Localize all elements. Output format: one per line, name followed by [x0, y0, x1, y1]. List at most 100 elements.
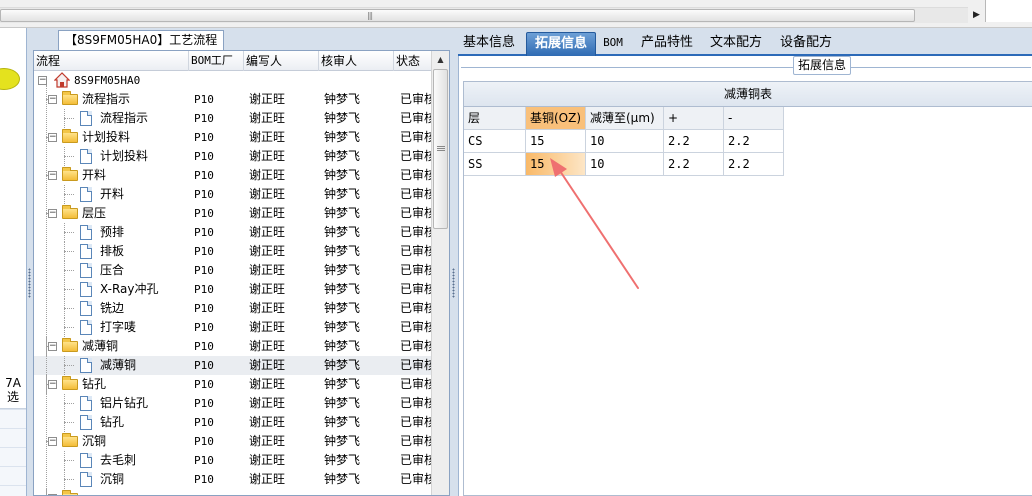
collapse-toggle-icon[interactable]: −	[48, 380, 57, 389]
column-header-author[interactable]: 编写人	[244, 51, 319, 71]
tree-row[interactable]: X-Ray冲孔 P10 谢正旺 钟梦飞 已审核	[34, 280, 431, 299]
tree-row[interactable]: 减薄铜 P10 谢正旺 钟梦飞 已审核	[34, 356, 431, 375]
table-cell-plus-tolerance[interactable]: 2.2	[664, 130, 724, 153]
table-cell-minus-tolerance[interactable]: 2.2	[724, 153, 784, 176]
tree-connector	[64, 403, 74, 404]
tree-row[interactable]: −	[34, 489, 431, 495]
bom-factory-cell: P10	[194, 302, 214, 315]
tree-row[interactable]: 预排 P10 谢正旺 钟梦飞 已审核	[34, 223, 431, 242]
table-header-layer[interactable]: 层	[464, 107, 526, 130]
collapse-toggle-icon[interactable]: −	[48, 437, 57, 446]
author-cell: 谢正旺	[249, 187, 286, 201]
tree-row[interactable]: − 流程指示 P10 谢正旺 钟梦飞 已审核	[34, 90, 431, 109]
table-cell-thin-to[interactable]: 10	[586, 130, 664, 153]
bom-factory-cell: P10	[194, 93, 214, 106]
collapse-toggle-icon[interactable]: −	[48, 171, 57, 180]
author-cell: 谢正旺	[249, 130, 286, 144]
vertical-scrollbar-thumb[interactable]	[433, 69, 448, 229]
tree-row[interactable]: 流程指示 P10 谢正旺 钟梦飞 已审核	[34, 109, 431, 128]
table-cell-layer[interactable]: SS	[464, 153, 526, 176]
tree-row[interactable]: 压合 P10 谢正旺 钟梦飞 已审核	[34, 261, 431, 280]
horizontal-scrollbar-thumb[interactable]	[0, 9, 915, 22]
tree-row[interactable]: − 沉铜 P10 谢正旺 钟梦飞 已审核	[34, 432, 431, 451]
collapse-toggle-icon[interactable]: −	[48, 494, 57, 495]
middle-splitter[interactable]	[450, 28, 458, 496]
tree-label: 沉铜	[100, 472, 125, 486]
status-cell	[400, 489, 431, 495]
bom-factory-cell: P10	[194, 283, 214, 296]
tab-product-features[interactable]: 产品特性	[638, 32, 696, 56]
table-cell-base-copper[interactable]: 15	[526, 153, 586, 176]
tree-row[interactable]: − 减薄铜 P10 谢正旺 钟梦飞 已审核	[34, 337, 431, 356]
reviewer-cell	[324, 489, 392, 495]
tree-label: 预排	[100, 225, 125, 239]
column-header-process[interactable]: 流程	[34, 51, 189, 71]
status-cell: 已审核	[400, 339, 431, 353]
bom-factory-cell	[194, 71, 242, 90]
author-cell: 谢正旺	[249, 263, 286, 277]
tree-connector	[64, 327, 74, 328]
table-cell-plus-tolerance[interactable]: 2.2	[664, 153, 724, 176]
document-icon	[80, 187, 92, 202]
top-toolbar-strip: ||| ▶	[0, 0, 1032, 28]
collapse-toggle-icon[interactable]: −	[48, 342, 57, 351]
status-cell: 已审核	[400, 225, 431, 239]
scroll-up-arrow-icon[interactable]: ▲	[432, 51, 449, 68]
tree-label: 压合	[100, 263, 125, 277]
status-cell: 已审核	[400, 301, 431, 315]
tab-bom[interactable]: BOM	[599, 32, 627, 56]
table-cell-layer[interactable]: CS	[464, 130, 526, 153]
tree-label: 开料	[82, 168, 107, 182]
tree-row[interactable]: − 层压 P10 谢正旺 钟梦飞 已审核	[34, 204, 431, 223]
table-header-minus-tolerance[interactable]: -	[724, 107, 784, 130]
tree-row[interactable]: − 钻孔 P10 谢正旺 钟梦飞 已审核	[34, 375, 431, 394]
tab-basic-info[interactable]: 基本信息	[458, 32, 520, 56]
bom-factory-cell: P10	[194, 435, 214, 448]
column-header-bom-factory[interactable]: BOM工厂	[189, 51, 244, 71]
author-cell: 谢正旺	[249, 396, 286, 410]
column-header-reviewer[interactable]: 核审人	[319, 51, 394, 71]
tree-row[interactable]: 沉铜 P10 谢正旺 钟梦飞 已审核	[34, 470, 431, 489]
tree-row[interactable]: 钻孔 P10 谢正旺 钟梦飞 已审核	[34, 413, 431, 432]
collapse-toggle-icon[interactable]: −	[48, 209, 57, 218]
tree-row[interactable]: 排板 P10 谢正旺 钟梦飞 已审核	[34, 242, 431, 261]
tab-text-recipe[interactable]: 文本配方	[708, 32, 764, 56]
tree-label: X-Ray冲孔	[100, 282, 159, 296]
vertical-scrollbar[interactable]: ▲	[431, 51, 449, 495]
tree-label: 减薄铜	[100, 358, 137, 372]
reviewer-cell: 钟梦飞	[324, 339, 361, 353]
table-header-thin-to[interactable]: 减薄至(μm)	[586, 107, 664, 130]
tab-extended-info[interactable]: 拓展信息	[526, 32, 596, 56]
folder-icon	[62, 205, 78, 219]
collapse-toggle-icon[interactable]: −	[48, 133, 57, 142]
table-cell-thin-to[interactable]: 10	[586, 153, 664, 176]
tree-row[interactable]: 去毛刺 P10 谢正旺 钟梦飞 已审核	[34, 451, 431, 470]
author-cell: 谢正旺	[249, 206, 286, 220]
tree-row[interactable]: 计划投料 P10 谢正旺 钟梦飞 已审核	[34, 147, 431, 166]
bom-factory-cell: P10	[194, 169, 214, 182]
tree-row[interactable]: − 8S9FM05HA0	[34, 71, 431, 90]
tree-row[interactable]: 铝片钻孔 P10 谢正旺 钟梦飞 已审核	[34, 394, 431, 413]
tree-row[interactable]: − 计划投料 P10 谢正旺 钟梦飞 已审核	[34, 128, 431, 147]
scroll-right-arrow-icon[interactable]: ▶	[968, 7, 985, 23]
horizontal-scrollbar[interactable]: ||| ▶	[0, 7, 985, 23]
horizontal-scrollbar-track[interactable]: |||	[0, 7, 968, 23]
tree-row[interactable]: 打字唛 P10 谢正旺 钟梦飞 已审核	[34, 318, 431, 337]
process-flow-tab[interactable]: 【8S9FM05HA0】工艺流程	[58, 30, 225, 50]
author-cell: 谢正旺	[249, 111, 286, 125]
collapse-toggle-icon[interactable]: −	[48, 95, 57, 104]
folder-icon	[62, 338, 78, 352]
tree-row[interactable]: 铣边 P10 谢正旺 钟梦飞 已审核	[34, 299, 431, 318]
collapse-toggle-icon[interactable]: −	[38, 76, 47, 85]
table-cell-base-copper[interactable]: 15	[526, 130, 586, 153]
table-header-plus-tolerance[interactable]: +	[664, 107, 724, 130]
left-panel-label-line1: 7A	[5, 376, 21, 390]
tree-row[interactable]: 开料 P10 谢正旺 钟梦飞 已审核	[34, 185, 431, 204]
tab-equipment-recipe[interactable]: 设备配方	[778, 32, 834, 56]
status-cell: 已审核	[400, 149, 431, 163]
column-header-status[interactable]: 状态	[394, 51, 431, 71]
table-header-base-copper[interactable]: 基铜(OZ)	[526, 107, 586, 130]
table-cell-minus-tolerance[interactable]: 2.2	[724, 130, 784, 153]
tree-row[interactable]: − 开料 P10 谢正旺 钟梦飞 已审核	[34, 166, 431, 185]
tree-label: 计划投料	[100, 149, 149, 163]
